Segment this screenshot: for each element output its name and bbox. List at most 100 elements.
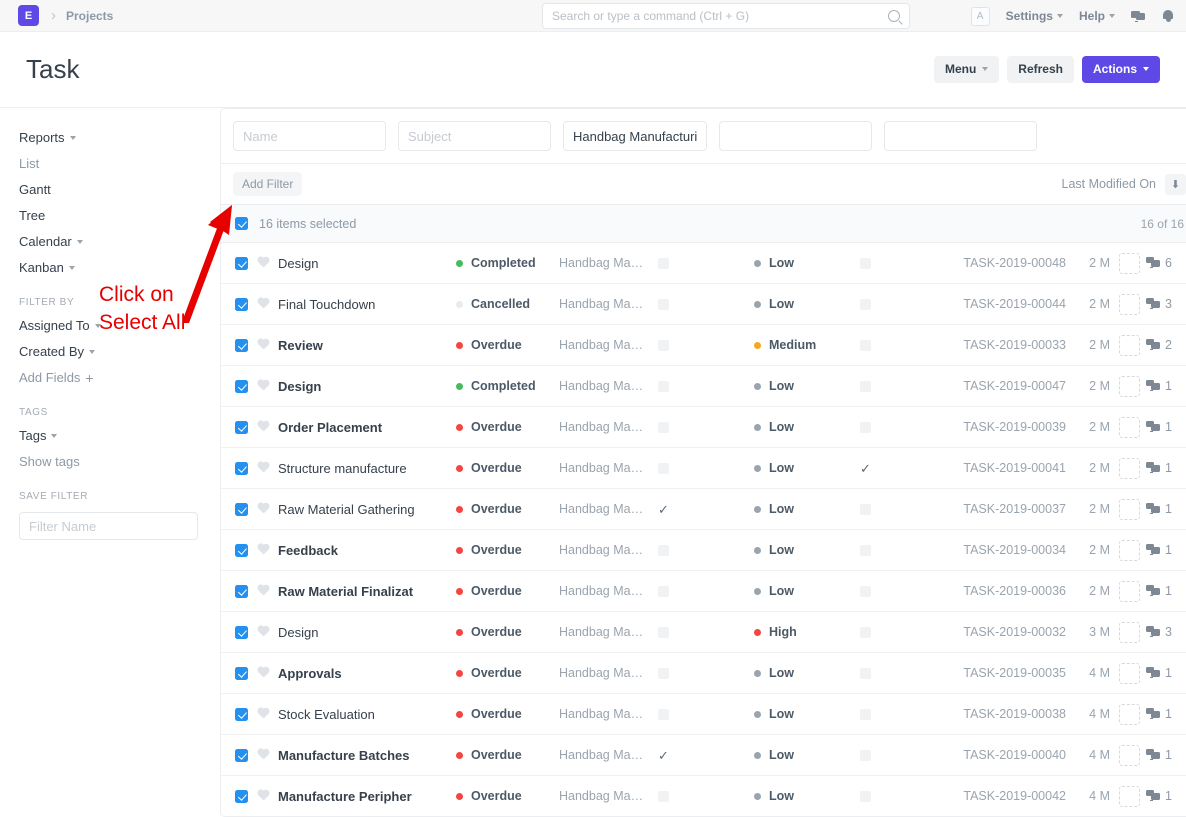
row-like-cell[interactable]: [248, 298, 278, 310]
row-assignee-cell[interactable]: [1112, 417, 1146, 438]
row-comments[interactable]: 1: [1146, 666, 1184, 680]
row-checkbox[interactable]: [235, 544, 248, 557]
filter-name-input[interactable]: [19, 512, 198, 540]
row-comments[interactable]: 1: [1146, 748, 1184, 762]
row-assignee-cell[interactable]: [1112, 786, 1146, 807]
row-subject[interactable]: Design: [278, 379, 456, 394]
row-like-cell[interactable]: [248, 421, 278, 433]
row-assignee-cell[interactable]: [1112, 294, 1146, 315]
table-row[interactable]: Review Overdue Handbag Ma… Medium TASK-2…: [221, 325, 1186, 366]
global-search[interactable]: [542, 3, 910, 29]
row-comments[interactable]: 3: [1146, 297, 1184, 311]
chat-icon[interactable]: [1131, 10, 1146, 23]
table-row[interactable]: Approvals Overdue Handbag Ma… Low TASK-2…: [221, 653, 1186, 694]
row-assignee-cell[interactable]: [1112, 540, 1146, 561]
sort-selector[interactable]: Last Modified On: [1062, 177, 1157, 191]
row-assignee-cell[interactable]: [1112, 663, 1146, 684]
row-comments[interactable]: 1: [1146, 543, 1184, 557]
breadcrumb-projects-link[interactable]: Projects: [66, 9, 113, 23]
row-comments[interactable]: 1: [1146, 789, 1184, 803]
row-like-cell[interactable]: [248, 462, 278, 474]
table-row[interactable]: Feedback Overdue Handbag Ma… Low TASK-20…: [221, 530, 1186, 571]
row-like-cell[interactable]: [248, 585, 278, 597]
row-subject[interactable]: Feedback: [278, 543, 456, 558]
row-like-cell[interactable]: [248, 544, 278, 556]
search-input[interactable]: [552, 9, 888, 23]
row-like-cell[interactable]: [248, 667, 278, 679]
row-checkbox[interactable]: [235, 503, 248, 516]
select-all-checkbox[interactable]: [235, 217, 248, 230]
row-subject[interactable]: Design: [278, 256, 456, 271]
table-row[interactable]: Raw Material Finalizat Overdue Handbag M…: [221, 571, 1186, 612]
filter-priority-field[interactable]: [884, 121, 1037, 151]
table-row[interactable]: Structure manufacture Overdue Handbag Ma…: [221, 448, 1186, 489]
row-comments[interactable]: 6: [1146, 256, 1184, 270]
row-like-cell[interactable]: [248, 626, 278, 638]
row-checkbox[interactable]: [235, 667, 248, 680]
row-subject[interactable]: Order Placement: [278, 420, 456, 435]
row-like-cell[interactable]: [248, 708, 278, 720]
table-row[interactable]: Final Touchdown Cancelled Handbag Ma… Lo…: [221, 284, 1186, 325]
add-filter-button[interactable]: Add Filter: [233, 172, 302, 196]
row-subject[interactable]: Raw Material Gathering: [278, 502, 456, 517]
table-row[interactable]: Design Completed Handbag Ma… Low TASK-20…: [221, 366, 1186, 407]
row-checkbox[interactable]: [235, 339, 248, 352]
row-assignee-cell[interactable]: [1112, 704, 1146, 725]
sidebar-item-tree[interactable]: Tree: [19, 208, 45, 223]
row-subject[interactable]: Structure manufacture: [278, 461, 456, 476]
sidebar-filter-created-by[interactable]: Created By: [19, 344, 95, 359]
row-subject[interactable]: Review: [278, 338, 456, 353]
row-like-cell[interactable]: [248, 790, 278, 802]
row-assignee-cell[interactable]: [1112, 253, 1146, 274]
row-checkbox[interactable]: [235, 749, 248, 762]
row-subject[interactable]: Stock Evaluation: [278, 707, 456, 722]
nav-settings-menu[interactable]: Settings: [1006, 9, 1063, 23]
sidebar-item-list[interactable]: List: [19, 156, 39, 171]
filter-status-field[interactable]: [719, 121, 872, 151]
bell-icon[interactable]: [1162, 9, 1174, 23]
actions-button[interactable]: Actions: [1082, 56, 1160, 82]
row-comments[interactable]: 2: [1146, 338, 1184, 352]
sidebar-filter-assigned-to[interactable]: Assigned To: [19, 318, 101, 333]
row-comments[interactable]: 1: [1146, 420, 1184, 434]
app-logo[interactable]: E: [18, 5, 39, 26]
row-comments[interactable]: 3: [1146, 625, 1184, 639]
row-assignee-cell[interactable]: [1112, 376, 1146, 397]
sidebar-add-fields[interactable]: Add Fields +: [19, 370, 94, 385]
filter-subject-field[interactable]: [398, 121, 551, 151]
menu-button[interactable]: Menu: [934, 56, 999, 82]
sidebar-item-calendar[interactable]: Calendar: [19, 234, 83, 249]
sidebar-item-reports[interactable]: Reports: [19, 130, 76, 145]
filter-project-field[interactable]: [563, 121, 707, 151]
row-comments[interactable]: 1: [1146, 461, 1184, 475]
row-checkbox[interactable]: [235, 298, 248, 311]
row-assignee-cell[interactable]: [1112, 745, 1146, 766]
row-checkbox[interactable]: [235, 257, 248, 270]
table-row[interactable]: Order Placement Overdue Handbag Ma… Low …: [221, 407, 1186, 448]
row-subject[interactable]: Manufacture Batches: [278, 748, 456, 763]
table-row[interactable]: Manufacture Peripher Overdue Handbag Ma……: [221, 776, 1186, 817]
row-subject[interactable]: Design: [278, 625, 456, 640]
row-assignee-cell[interactable]: [1112, 458, 1146, 479]
row-subject[interactable]: Raw Material Finalizat: [278, 584, 456, 599]
row-like-cell[interactable]: [248, 749, 278, 761]
sidebar-tags-dropdown[interactable]: Tags: [19, 428, 57, 443]
table-row[interactable]: Manufacture Batches Overdue Handbag Ma… …: [221, 735, 1186, 776]
row-assignee-cell[interactable]: [1112, 581, 1146, 602]
row-assignee-cell[interactable]: [1112, 622, 1146, 643]
row-like-cell[interactable]: [248, 503, 278, 515]
row-checkbox[interactable]: [235, 708, 248, 721]
refresh-button[interactable]: Refresh: [1007, 56, 1074, 82]
row-like-cell[interactable]: [248, 380, 278, 392]
row-checkbox[interactable]: [235, 380, 248, 393]
nav-help-menu[interactable]: Help: [1079, 9, 1115, 23]
row-like-cell[interactable]: [248, 339, 278, 351]
row-checkbox[interactable]: [235, 790, 248, 803]
row-checkbox[interactable]: [235, 626, 248, 639]
table-row[interactable]: Design Completed Handbag Ma… Low TASK-20…: [221, 243, 1186, 284]
row-comments[interactable]: 1: [1146, 379, 1184, 393]
row-checkbox[interactable]: [235, 462, 248, 475]
table-row[interactable]: Stock Evaluation Overdue Handbag Ma… Low…: [221, 694, 1186, 735]
row-comments[interactable]: 1: [1146, 707, 1184, 721]
row-assignee-cell[interactable]: [1112, 499, 1146, 520]
